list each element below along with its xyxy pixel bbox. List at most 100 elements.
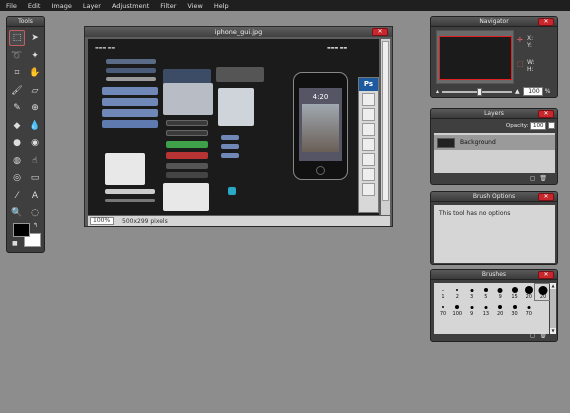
brush-shape [484, 305, 488, 309]
default-colors-icon[interactable]: ■ [12, 240, 18, 247]
navigator-zoom-field[interactable]: 100 [522, 87, 543, 96]
zoom-tool[interactable]: 🔍 [9, 205, 25, 221]
crop-tool[interactable]: ⌗ [9, 65, 25, 81]
brush-shape [497, 287, 503, 293]
image-zoom-field[interactable]: 100% [90, 217, 114, 225]
blur-icon: 💧 [29, 120, 41, 131]
ps-tool-graphic [362, 93, 375, 106]
iphone-clock: 4:20 [312, 93, 329, 101]
zoom-out-icon[interactable]: ▴ [436, 88, 439, 95]
hand-icon: ✋ [29, 68, 41, 78]
image-vertical-scrollbar[interactable] [381, 39, 390, 215]
layer-row[interactable]: Background [434, 135, 555, 150]
blur-tool[interactable]: 💧 [27, 118, 43, 134]
brush-shape [512, 305, 517, 309]
bloat-icon: ◌ [31, 208, 39, 218]
opacity-field[interactable]: 100 [530, 122, 547, 130]
scroll-up-icon[interactable]: ▲ [550, 283, 556, 289]
h-label: H: [527, 66, 534, 73]
iphone-photo [302, 104, 339, 152]
menu-adjustment[interactable]: Adjustment [112, 2, 149, 10]
brush-tool[interactable]: 🖌 [9, 83, 25, 99]
hand-tool[interactable]: ✋ [27, 65, 43, 81]
brushes-title-bar[interactable]: Brushes ✕ [431, 270, 557, 280]
eye-dropper-tool[interactable]: ⁄ [9, 188, 25, 204]
brushes-close-button[interactable]: ✕ [538, 271, 554, 279]
navigator-zoom-row: ▴ ▲ 100 % [436, 87, 554, 96]
ps-tool-graphic [362, 168, 375, 181]
zoom-in-icon[interactable]: ▲ [515, 88, 520, 95]
y-label: Y: [527, 42, 532, 49]
canvas-ui-keyboard [163, 83, 213, 115]
delete-brush-icon[interactable]: 🗑 [539, 332, 547, 339]
layers-title-bar[interactable]: Layers ✕ [431, 109, 557, 119]
navigator-thumbnail[interactable] [436, 30, 514, 84]
ps-toolbar-graphic: Ps [358, 77, 379, 213]
iphone-mockup: 4:20 [293, 72, 348, 180]
brush-preset[interactable]: 70 [521, 301, 537, 317]
menu-layer[interactable]: Layer [83, 2, 101, 10]
scroll-down-icon[interactable]: ▼ [550, 328, 556, 334]
scrollbar-thumb[interactable] [382, 41, 389, 201]
image-canvas[interactable]: ▬▬▬ ▬▬ ▬▬▬ ▬▬ 4:20 Ps [88, 39, 379, 215]
layers-close-button[interactable]: ✕ [538, 110, 554, 118]
burn-tool[interactable]: ◉ [27, 135, 43, 151]
image-window-close-button[interactable]: ✕ [372, 28, 388, 36]
lasso-tool[interactable]: ➰ [9, 48, 25, 64]
sponge-icon: ◍ [13, 155, 21, 166]
canvas-ui-bar [106, 68, 156, 73]
brush-options-panel: Brush Options ✕ This tool has no options [430, 191, 558, 265]
swap-colors-icon[interactable]: ↰ [33, 222, 38, 229]
shape-tool[interactable]: ▭ [27, 170, 43, 186]
canvas-ui-button [166, 172, 208, 178]
canvas-ui-bar [106, 77, 156, 81]
red-eye-tool[interactable]: ◎ [9, 170, 25, 186]
brush-shape [442, 306, 444, 308]
image-window-title-bar[interactable]: iphone_gui.jpg ✕ [85, 27, 392, 37]
brush-shape [498, 305, 503, 309]
brushes-title: Brushes [481, 271, 507, 278]
menu-edit[interactable]: Edit [28, 2, 41, 10]
clone-stamp-tool[interactable]: ⊕ [27, 100, 43, 116]
move-tool[interactable]: ➤ [27, 30, 43, 46]
menu-file[interactable]: File [6, 2, 17, 10]
foreground-color-swatch[interactable] [13, 223, 30, 237]
delete-layer-icon[interactable]: 🗑 [539, 175, 547, 182]
canvas-ui-button [221, 135, 239, 140]
ps-tool-graphic [362, 153, 375, 166]
menu-image[interactable]: Image [51, 2, 71, 10]
menu-filter[interactable]: Filter [160, 2, 176, 10]
text-tool[interactable]: A [27, 188, 43, 204]
canvas-ui-picker [218, 88, 254, 126]
marquee-select-tool[interactable]: ⬚ [9, 30, 25, 46]
brush-shape [524, 286, 533, 294]
ps-tool-graphic [362, 123, 375, 136]
brush-options-title-bar[interactable]: Brush Options ✕ [431, 192, 557, 202]
zoom-slider-knob[interactable] [477, 87, 483, 96]
bloat-tool[interactable]: ◌ [27, 205, 43, 221]
navigator-viewport-box[interactable] [439, 36, 512, 80]
smudge-tool[interactable]: ☝ [27, 153, 43, 169]
sponge-tool[interactable]: ◍ [9, 153, 25, 169]
navigator-close-button[interactable]: ✕ [538, 18, 554, 26]
brushes-scrollbar[interactable]: ▲ ▼ [550, 283, 556, 334]
image-window-title: iphone_gui.jpg [214, 28, 263, 36]
new-layer-icon[interactable]: ▢ [530, 175, 536, 182]
eraser-icon: ▱ [31, 85, 39, 96]
pencil-tool[interactable]: ✎ [9, 100, 25, 116]
magic-wand-tool[interactable]: ✦ [27, 48, 43, 64]
menu-help[interactable]: Help [214, 2, 229, 10]
brush-options-close-button[interactable]: ✕ [538, 193, 554, 201]
opacity-lock-checkbox[interactable] [548, 122, 555, 129]
eraser-tool[interactable]: ▱ [27, 83, 43, 99]
canvas-ui-icon [228, 187, 236, 195]
dodge-tool[interactable]: ● [9, 135, 25, 151]
navigator-zoom-slider[interactable] [442, 87, 513, 96]
text-icon: A [31, 190, 39, 201]
paint-bucket-tool[interactable]: ◆ [9, 118, 25, 134]
brush-preset[interactable]: 20 [534, 283, 553, 301]
selection-size-icon: ⬚ [517, 60, 524, 68]
new-brush-icon[interactable]: ▢ [530, 332, 536, 339]
navigator-title-bar[interactable]: Navigator ✕ [431, 17, 557, 27]
menu-view[interactable]: View [187, 2, 202, 10]
